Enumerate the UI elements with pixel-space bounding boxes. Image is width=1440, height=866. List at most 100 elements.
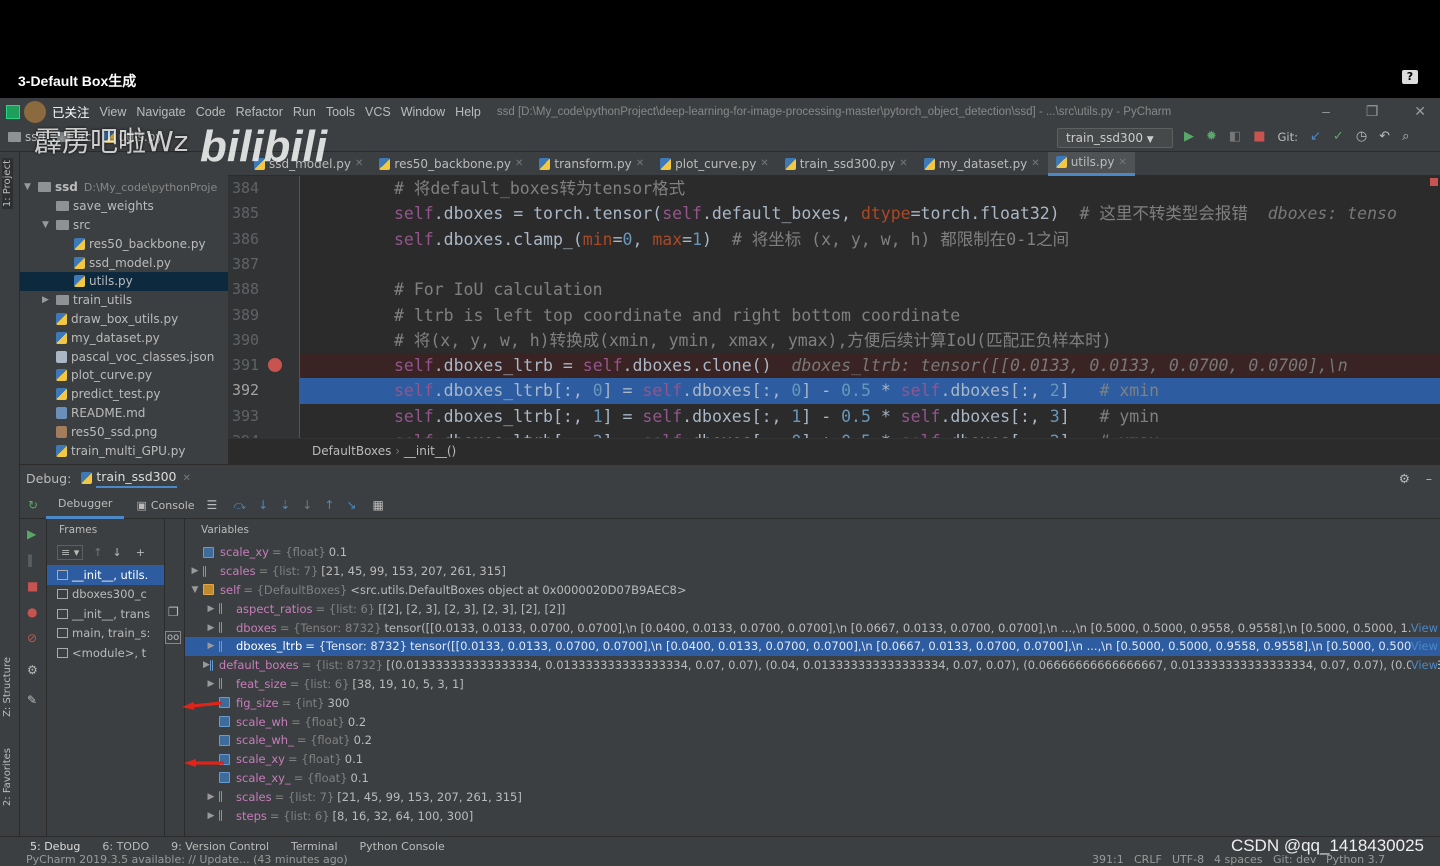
view-link[interactable]: View — [1410, 639, 1438, 654]
run-to-cursor-icon[interactable]: ↘ — [346, 498, 356, 512]
menu-code[interactable]: Code — [196, 105, 226, 119]
variable-row[interactable]: ▶ feat_size = {list: 6} [38, 19, 10, 5, 3, … — [185, 675, 1440, 694]
variable-row[interactable]: scale_wh = {float} 0.2 — [185, 712, 1440, 731]
close-tab-icon[interactable]: ✕ — [760, 158, 768, 169]
chevron-down-icon[interactable]: ▼ — [42, 220, 56, 230]
menu-help[interactable]: Help — [455, 105, 481, 119]
code-line-389[interactable]: # ltrb is left top coordinate and right … — [300, 303, 1440, 328]
close-tab-icon[interactable]: ✕ — [899, 158, 907, 169]
project-tree-item[interactable]: train_multi_GPU.py — [20, 441, 228, 460]
step-into-my-code-icon[interactable]: ↓ — [302, 498, 312, 512]
tab-python-console[interactable]: Python Console — [360, 840, 445, 853]
menu-vcs[interactable]: VCS — [365, 105, 391, 119]
editor-tab[interactable]: transform.py ✕ — [531, 152, 652, 176]
chevron-right-icon[interactable]: ▶ — [203, 641, 219, 651]
view-breakpoints-icon[interactable]: ● — [27, 605, 37, 619]
view-link[interactable]: View — [1410, 658, 1438, 673]
menu-run[interactable]: Run — [293, 105, 316, 119]
close-tab-icon[interactable]: ✕ — [1031, 158, 1039, 169]
run-config-select[interactable]: train_ssd300 ▼ — [1057, 128, 1173, 148]
rollback-icon[interactable]: ↶ — [1379, 129, 1390, 144]
close-tab-icon[interactable]: ✕ — [355, 158, 363, 169]
variable-row[interactable]: ▶ default_boxes = {list: 8732} [(0.01333333… — [185, 656, 1440, 675]
project-tree-item[interactable]: ssd_model.py — [20, 253, 228, 272]
down-frame-icon[interactable]: ↓ — [112, 546, 121, 559]
variable-row[interactable]: ▶ steps = {list: 6} [8, 16, 32, 64, 100, 30… — [185, 806, 1440, 825]
project-tree-item[interactable]: pascal_voc_classes.json — [20, 347, 228, 366]
pause-icon[interactable]: ‖ — [27, 553, 33, 567]
minimize-icon[interactable]: – — [1322, 103, 1330, 119]
step-over-icon[interactable]: ↓ — [258, 498, 268, 512]
code-line-393[interactable]: self.dboxes_ltrb[:, 1] = self.dboxes[:, … — [300, 404, 1440, 429]
project-tree-item[interactable]: plot_curve.py — [20, 366, 228, 385]
code-area[interactable]: # 将default_boxes转为tensor格式 self.dboxes =… — [300, 176, 1440, 438]
close-tab-icon[interactable]: ✕ — [636, 158, 644, 169]
code-line-390[interactable]: # 将(x, y, w, h)转换成(xmin, ymin, xmax, yma… — [300, 328, 1440, 353]
project-tree-item[interactable]: draw_box_utils.py — [20, 310, 228, 329]
variable-row[interactable]: scale_xy = {float} 0.1 — [185, 750, 1440, 769]
up-frame-icon[interactable]: ↑ — [93, 546, 102, 559]
structure-tool-tab[interactable]: Z: Structure — [2, 657, 13, 717]
stack-frame[interactable]: __init__, utils. — [47, 565, 164, 585]
error-marker-icon[interactable] — [1430, 178, 1438, 186]
stop-icon[interactable]: ■ — [1253, 129, 1265, 144]
project-tree-item[interactable]: save_weights — [20, 197, 228, 216]
variable-row[interactable]: scale_wh_ = {float} 0.2 — [185, 731, 1440, 750]
debug-session-tab[interactable]: train_ssd300 — [96, 469, 177, 488]
tab-console[interactable]: ▣ Console — [124, 492, 206, 519]
run-icon[interactable]: ▶ — [1184, 129, 1194, 144]
chevron-right-icon[interactable]: ▶ — [203, 660, 210, 670]
code-line-394[interactable]: self.dboxes_ltrb[:, 2] = self.dboxes[:, … — [300, 429, 1440, 438]
chevron-right-icon[interactable]: ▶ — [203, 679, 219, 689]
chevron-right-icon[interactable]: ▶ — [187, 566, 203, 576]
code-line-388[interactable]: # For IoU calculation — [300, 277, 1440, 302]
project-tree-item[interactable]: res50_backbone.py — [20, 234, 228, 253]
status-message[interactable]: PyCharm 2019.3.5 available: // Update...… — [26, 853, 348, 866]
code-line-386[interactable]: self.dboxes.clamp_(min=0, max=1) # 将坐标 (… — [300, 227, 1440, 252]
gear-icon[interactable]: ⚙ — [1399, 471, 1410, 486]
chevron-right-icon[interactable]: ▶ — [203, 792, 219, 802]
crumb-class[interactable]: DefaultBoxes — [312, 444, 391, 458]
variable-row[interactable]: ▶ aspect_ratios = {list: 6} [[2], [2, 3], [… — [185, 599, 1440, 618]
code-line-391[interactable]: self.dboxes_ltrb = self.dboxes.clone() d… — [300, 353, 1440, 379]
close-icon[interactable]: ✕ — [1414, 103, 1426, 119]
variable-row[interactable]: ▶ dboxes_ltrb = {Tensor: 8732} tensor([[0.0… — [185, 636, 1440, 656]
code-line-392[interactable]: self.dboxes_ltrb[:, 0] = self.dboxes[:, … — [300, 378, 1440, 404]
pin-icon[interactable]: ✎ — [27, 693, 37, 707]
rerun-icon[interactable]: ↻ — [28, 498, 46, 512]
git-commit-icon[interactable]: ✓ — [1333, 129, 1344, 144]
chevron-down-icon[interactable]: ▼ — [24, 182, 38, 192]
variable-row[interactable]: ▶ scales = {list: 7} [21, 45, 99, 153, 207,… — [185, 562, 1440, 581]
menu-follow[interactable]: 已关注 — [52, 102, 90, 121]
menu-tools[interactable]: Tools — [326, 105, 355, 119]
stack-frame[interactable]: __init__, trans — [47, 604, 164, 624]
chevron-right-icon[interactable]: ▶ — [42, 295, 56, 305]
search-icon[interactable]: ⌕ — [1402, 129, 1409, 144]
stop-debug-icon[interactable]: ■ — [27, 579, 38, 593]
breakpoint-icon[interactable] — [268, 358, 282, 372]
variable-row[interactable]: scale_xy_ = {float} 0.1 — [185, 769, 1440, 788]
view-link[interactable]: View — [1410, 620, 1438, 635]
coverage-icon[interactable]: ◧ — [1229, 129, 1241, 144]
favorites-tool-tab[interactable]: 2: Favorites — [2, 748, 13, 806]
close-tab-icon[interactable]: ✕ — [515, 158, 523, 169]
editor-tab[interactable]: utils.py ✕ — [1047, 151, 1135, 176]
watch-icon[interactable]: oo — [165, 631, 182, 644]
step-into-icon[interactable]: ⇣ — [280, 498, 290, 512]
copy-icon[interactable]: ❐ — [168, 605, 179, 619]
stack-frame[interactable]: main, train_s: — [47, 624, 164, 644]
status-encoding[interactable]: UTF-8 — [1172, 853, 1204, 866]
menu-refactor[interactable]: Refactor — [236, 105, 283, 119]
variable-row[interactable]: ▼ self = {DefaultBoxes} <src.utils.DefaultB… — [185, 581, 1440, 600]
settings-icon[interactable]: ⚙ — [27, 663, 38, 677]
hide-icon[interactable]: – — [1426, 471, 1432, 486]
close-tab-icon[interactable]: ✕ — [1118, 157, 1126, 168]
tab-debug[interactable]: 5: Debug — [30, 840, 80, 853]
tab-terminal[interactable]: Terminal — [291, 840, 338, 853]
project-tree-item[interactable]: utils.py — [20, 271, 228, 291]
project-tree-item[interactable]: res50_ssd.png — [20, 422, 228, 441]
menu-navigate[interactable]: Navigate — [136, 105, 185, 119]
project-tree-item[interactable]: ▼ src — [20, 216, 228, 235]
code-line-385[interactable]: self.dboxes = torch.tensor(self.default_… — [300, 201, 1440, 226]
editor-tab[interactable]: plot_curve.py ✕ — [652, 152, 777, 176]
